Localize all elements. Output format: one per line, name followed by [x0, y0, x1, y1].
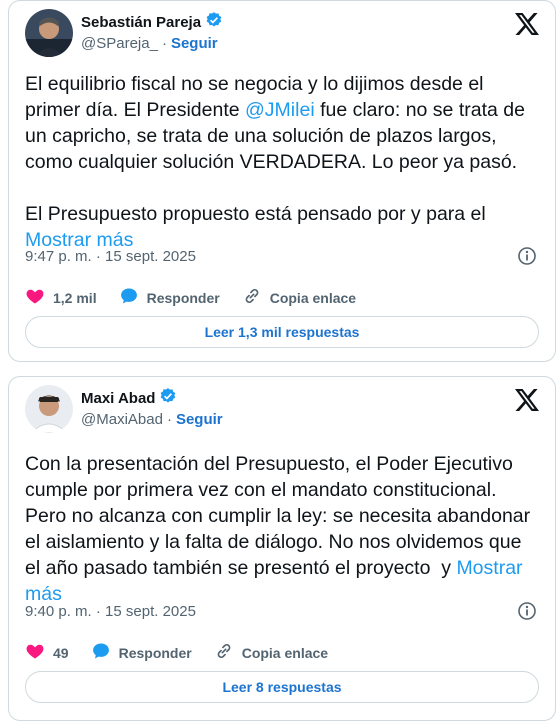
timestamp[interactable]: 9:40 p. m. · 15 sept. 2025: [25, 603, 196, 620]
avatar[interactable]: [25, 9, 73, 57]
like-button[interactable]: 49: [25, 641, 69, 664]
separator: ·: [161, 35, 167, 52]
x-logo-icon[interactable]: [515, 389, 539, 416]
read-replies-button[interactable]: Leer 1,3 mil respuestas: [25, 316, 539, 348]
link-icon: [214, 641, 234, 664]
info-icon[interactable]: [517, 246, 537, 271]
reply-label: Responder: [118, 644, 192, 661]
author-handle[interactable]: @MaxiAbad: [81, 411, 163, 428]
reply-button[interactable]: Responder: [119, 286, 220, 309]
verified-badge-icon: [205, 11, 223, 34]
read-replies-button[interactable]: Leer 8 respuestas: [25, 671, 539, 703]
follow-button[interactable]: Seguir: [171, 35, 218, 52]
copy-link-label: Copia enlace: [241, 644, 329, 661]
like-button[interactable]: 1,2 mil: [25, 286, 97, 309]
verified-badge-icon: [159, 387, 177, 410]
reply-button[interactable]: Responder: [91, 641, 192, 664]
info-icon[interactable]: [517, 601, 537, 626]
separator: ·: [166, 411, 172, 428]
tweet-text: Con la presentación del Presupuesto, el …: [25, 451, 539, 607]
author-name[interactable]: Sebastián Pareja: [81, 14, 201, 31]
heart-icon: [25, 641, 45, 664]
follow-button[interactable]: Seguir: [176, 411, 223, 428]
like-count: 49: [53, 644, 69, 661]
tweet-text: El equilibrio fiscal no se negocia y lo …: [25, 71, 539, 253]
reply-label: Responder: [146, 289, 220, 306]
author-name[interactable]: Maxi Abad: [81, 390, 155, 407]
reply-bubble-icon: [119, 286, 139, 309]
tweet-card: Maxi Abad @MaxiAbad · Seguir Con la pres…: [8, 376, 556, 721]
heart-icon: [25, 286, 45, 309]
mention-link[interactable]: @JMilei: [245, 99, 315, 121]
timestamp[interactable]: 9:47 p. m. · 15 sept. 2025: [25, 248, 196, 265]
like-count: 1,2 mil: [53, 289, 97, 306]
link-icon: [242, 286, 262, 309]
avatar[interactable]: [25, 385, 73, 433]
tweet-card: Sebastián Pareja @SPareja_ · Seguir El e…: [8, 0, 556, 362]
copy-link-button[interactable]: Copia enlace: [242, 286, 356, 309]
copy-link-label: Copia enlace: [269, 289, 357, 306]
reply-bubble-icon: [91, 641, 111, 664]
x-logo-icon[interactable]: [515, 13, 539, 40]
author-handle[interactable]: @SPareja_: [81, 35, 158, 52]
copy-link-button[interactable]: Copia enlace: [214, 641, 328, 664]
